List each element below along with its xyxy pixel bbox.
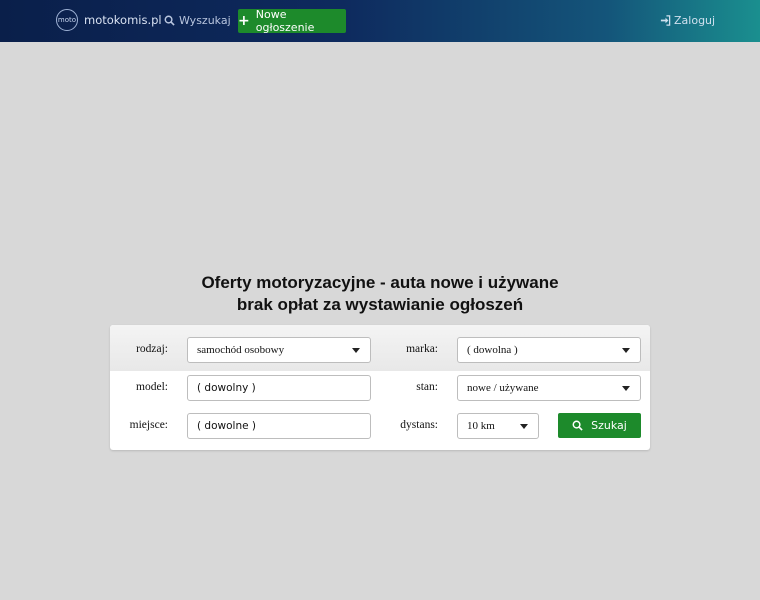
page-headline: Oferty motoryzacyjne - auta nowe i używa… [0,272,760,316]
search-icon [164,15,175,26]
site-logo[interactable]: moto motokomis.pl [56,9,162,31]
stan-value: nowe / używane [467,382,539,394]
plus-icon: + [238,13,250,29]
search-icon [572,420,583,431]
miejsce-input[interactable]: ( dowolne ) [187,413,371,439]
caret-down-icon [622,348,630,353]
logo-text: motokomis.pl [84,13,162,27]
miejsce-label: miejsce: [129,419,168,431]
top-navbar: moto motokomis.pl Wyszukaj + Nowe ogłosz… [0,0,760,42]
stan-select[interactable]: nowe / używane [457,375,641,401]
nav-search-link[interactable]: Wyszukaj [164,14,231,27]
headline-line-1: Oferty motoryzacyjne - auta nowe i używa… [201,273,559,292]
login-link[interactable]: Zaloguj [660,14,715,27]
caret-down-icon [520,424,528,429]
caret-down-icon [622,386,630,391]
model-value: ( dowolny ) [197,382,256,394]
search-form-panel: rodzaj: samochód osobowy marka: ( dowoln… [110,325,650,450]
sign-in-icon [660,15,671,26]
dystans-value: 10 km [467,420,495,432]
new-ad-button[interactable]: + Nowe ogłoszenie [238,8,346,34]
logo-emblem-icon: moto [56,9,78,31]
new-ad-label: Nowe ogłoszenie [255,8,315,34]
rodzaj-select[interactable]: samochód osobowy [187,337,371,363]
rodzaj-label: rodzaj: [136,343,168,355]
nav-search-label: Wyszukaj [179,14,231,27]
stan-label: stan: [416,381,438,393]
dystans-select[interactable]: 10 km [457,413,539,439]
search-button-label: Szukaj [591,419,627,432]
caret-down-icon [352,348,360,353]
model-label: model: [136,381,168,393]
model-input[interactable]: ( dowolny ) [187,375,371,401]
headline-line-2: brak opłat za wystawianie ogłoszeń [236,295,524,314]
marka-label: marka: [406,343,438,355]
dystans-label: dystans: [400,419,438,431]
marka-select[interactable]: ( dowolna ) [457,337,641,363]
marka-value: ( dowolna ) [467,344,518,356]
login-label: Zaloguj [674,14,716,27]
rodzaj-value: samochód osobowy [197,344,285,356]
search-button[interactable]: Szukaj [558,413,641,438]
miejsce-value: ( dowolne ) [197,420,257,432]
